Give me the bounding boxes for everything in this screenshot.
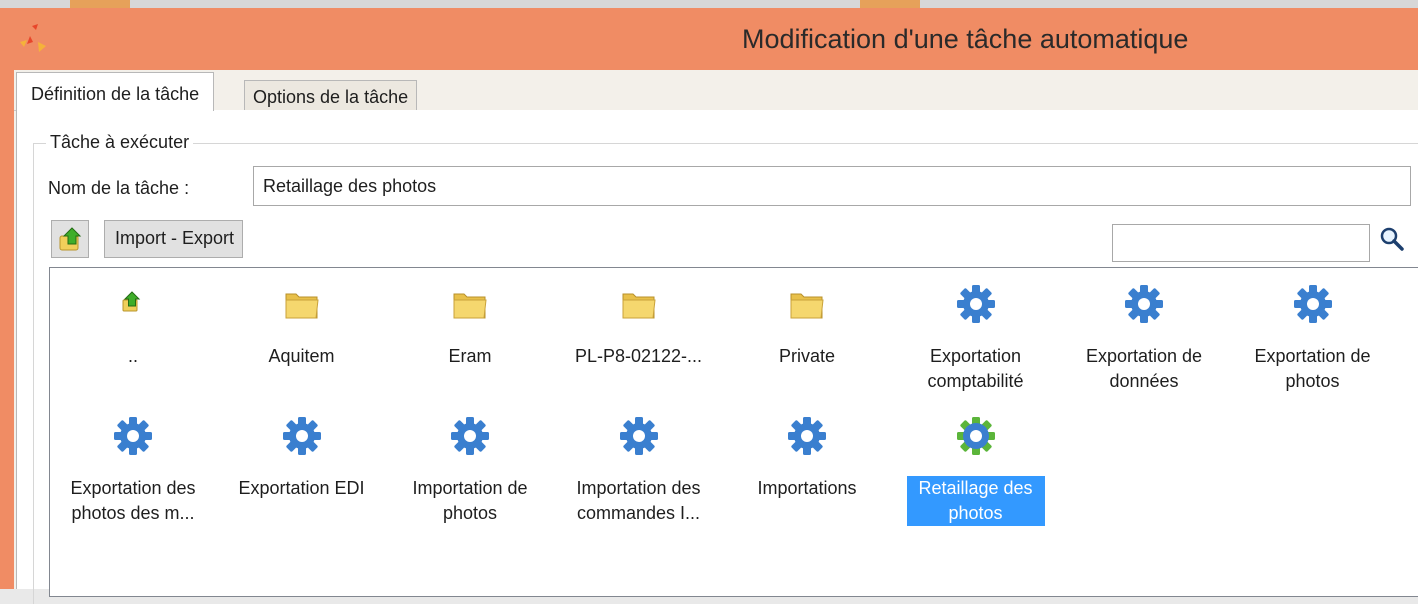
list-item-label: Exportation des photos des m... bbox=[70, 478, 196, 523]
gear-icon bbox=[787, 416, 827, 456]
tab-definition[interactable]: Définition de la tâche bbox=[16, 72, 215, 111]
search-input[interactable] bbox=[1112, 224, 1370, 262]
background-block bbox=[860, 0, 920, 8]
gear-icon bbox=[1124, 284, 1164, 324]
list-item-label: .. bbox=[127, 346, 138, 366]
folder-icon bbox=[450, 284, 490, 324]
list-item[interactable]: Importation des commandes I... bbox=[568, 416, 710, 546]
tab-panel-definition: Tâche à exécuter Nom de la tâche : Retai… bbox=[16, 110, 1418, 604]
list-item[interactable]: Exportation de photos bbox=[1242, 284, 1384, 414]
list-item[interactable]: Retaillage des photos bbox=[905, 416, 1047, 546]
list-item-label: Retaillage des photos bbox=[905, 476, 1047, 526]
gear-icon bbox=[450, 416, 490, 456]
folder-icon bbox=[619, 284, 659, 324]
list-item[interactable]: Exportation comptabilité bbox=[905, 284, 1047, 414]
list-item[interactable]: Aquitem bbox=[231, 284, 373, 414]
list-item[interactable]: PL-P8-02122-... bbox=[568, 284, 710, 414]
list-item-label: Importations bbox=[757, 478, 857, 498]
gear-icon bbox=[956, 284, 996, 324]
app-logo-icon bbox=[20, 24, 46, 52]
background-block bbox=[70, 0, 130, 8]
gear-icon bbox=[113, 416, 153, 456]
list-item-label: Importation des commandes I... bbox=[576, 478, 701, 523]
file-list-view[interactable]: .. Aquitem Eram PL-P8-02122-... Private Expor… bbox=[49, 267, 1418, 597]
up-folder-icon bbox=[59, 227, 82, 251]
list-item[interactable]: Importation de photos bbox=[399, 416, 541, 546]
search-icon[interactable] bbox=[1379, 226, 1405, 252]
list-item[interactable]: Exportation de données bbox=[1073, 284, 1215, 414]
list-item-label: Importation de photos bbox=[412, 478, 528, 523]
gear-green-icon bbox=[956, 416, 996, 456]
dialog-client: Définition de la tâche Options de la tâc… bbox=[14, 70, 1418, 604]
list-item-label: Exportation de données bbox=[1085, 346, 1203, 391]
list-item[interactable]: Exportation EDI bbox=[231, 416, 373, 546]
tab-options[interactable]: Options de la tâche bbox=[244, 80, 418, 110]
parent-folder-button[interactable] bbox=[51, 220, 89, 258]
folder-icon bbox=[787, 284, 827, 324]
list-item-label: Aquitem bbox=[268, 346, 335, 366]
list-item[interactable]: Private bbox=[736, 284, 878, 414]
list-item-label: Exportation EDI bbox=[238, 478, 365, 498]
list-item[interactable]: Importations bbox=[736, 416, 878, 546]
list-item-label: Private bbox=[778, 346, 836, 366]
tab-strip: Définition de la tâche Options de la tâc… bbox=[14, 70, 1418, 111]
list-item[interactable]: Eram bbox=[399, 284, 541, 414]
task-name-label: Nom de la tâche : bbox=[48, 178, 190, 198]
list-item-label: Exportation comptabilité bbox=[927, 346, 1024, 391]
dialog-window: Modification d'une tâche automatique Déf… bbox=[0, 8, 1418, 604]
gear-icon bbox=[1293, 284, 1333, 324]
gear-icon bbox=[619, 416, 659, 456]
group-label: Tâche à exécuter bbox=[46, 132, 194, 153]
list-item-label: PL-P8-02122-... bbox=[574, 346, 703, 366]
list-item[interactable]: Exportation des photos des m... bbox=[62, 416, 204, 546]
folder-icon bbox=[282, 284, 322, 324]
gear-icon bbox=[282, 416, 322, 456]
title-bar[interactable]: Modification d'une tâche automatique bbox=[0, 8, 1418, 68]
list-item-label: Exportation de photos bbox=[1254, 346, 1371, 391]
up-folder-icon bbox=[113, 284, 153, 324]
task-name-input[interactable]: Retaillage des photos bbox=[253, 166, 1411, 206]
window-title: Modification d'une tâche automatique bbox=[742, 24, 1189, 54]
list-item[interactable]: .. bbox=[62, 284, 204, 414]
breadcrumb-import-export[interactable]: Import - Export bbox=[104, 220, 244, 258]
list-item-label: Eram bbox=[448, 346, 492, 366]
